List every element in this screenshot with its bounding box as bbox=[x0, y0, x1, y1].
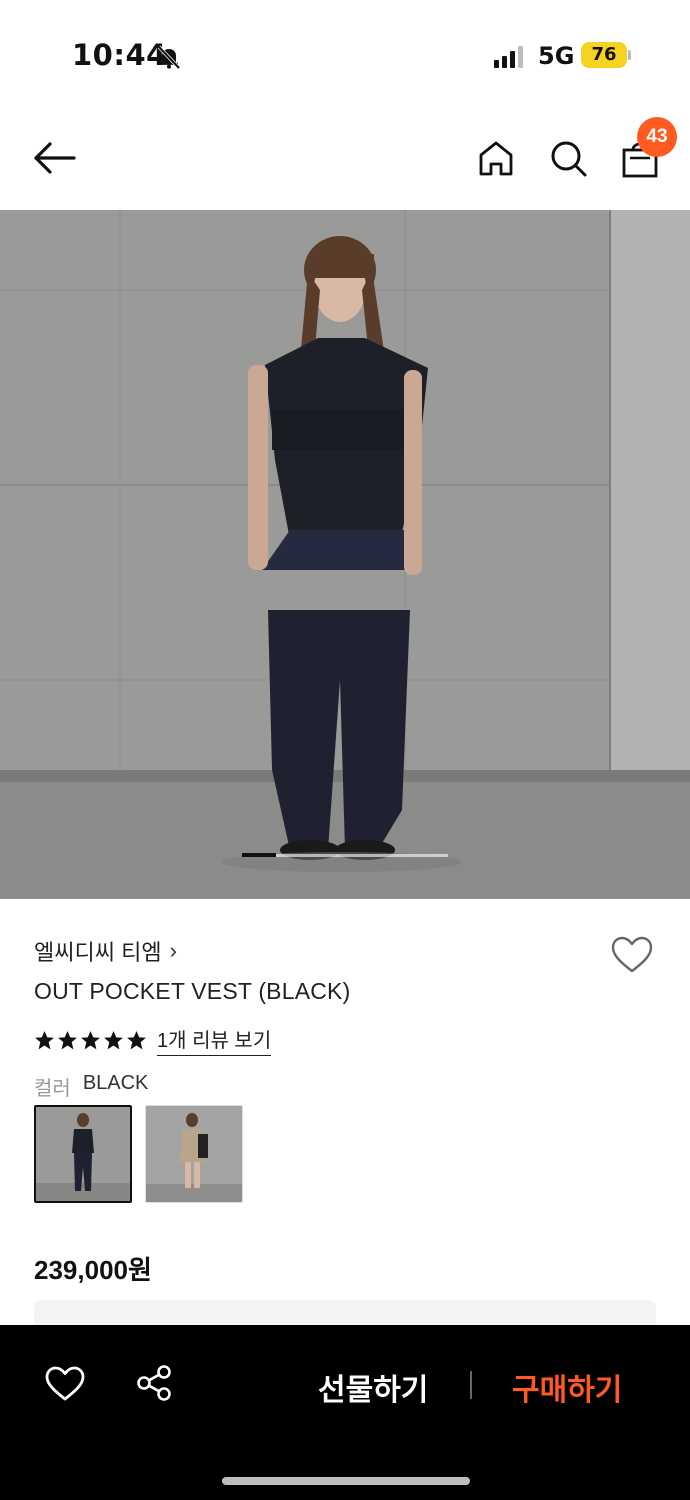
top-nav: 43 bbox=[0, 110, 690, 210]
action-divider bbox=[470, 1371, 472, 1399]
bell-muted-icon bbox=[157, 45, 181, 70]
bottom-action-bar: 선물하기 구매하기 bbox=[0, 1325, 690, 1500]
cart-count-badge: 43 bbox=[637, 117, 677, 157]
back-arrow-icon[interactable] bbox=[30, 136, 80, 180]
battery-cap bbox=[628, 50, 631, 60]
brand-link[interactable]: 엘씨디씨 티엠 › bbox=[34, 935, 177, 967]
search-icon[interactable] bbox=[546, 136, 590, 180]
product-name: OUT POCKET VEST (BLACK) bbox=[34, 978, 351, 1004]
share-icon[interactable] bbox=[134, 1363, 174, 1403]
heart-icon[interactable] bbox=[44, 1365, 86, 1403]
star-icon bbox=[81, 1030, 100, 1049]
status-bar: 10:44 5G 76 bbox=[0, 0, 690, 110]
home-icon[interactable] bbox=[474, 136, 518, 180]
home-indicator bbox=[222, 1477, 470, 1485]
product-photo bbox=[0, 210, 690, 899]
color-swatch-other[interactable] bbox=[145, 1105, 243, 1203]
carousel-progress-thumb bbox=[242, 853, 277, 857]
color-label: 컬러 bbox=[34, 1078, 71, 1100]
product-image-carousel[interactable] bbox=[0, 210, 690, 899]
product-price: 239,000원 bbox=[34, 1255, 152, 1285]
signal-icon bbox=[494, 46, 523, 68]
star-icon bbox=[58, 1030, 77, 1049]
battery-indicator: 76 bbox=[581, 42, 627, 68]
network-label: 5G bbox=[538, 42, 575, 70]
wishlist-heart-icon[interactable] bbox=[610, 935, 654, 975]
color-option-row: 컬러 BLACK bbox=[34, 1072, 148, 1101]
swatch-thumbnail bbox=[146, 1106, 242, 1202]
carousel-progress-track bbox=[242, 853, 448, 857]
rating-stars bbox=[34, 1030, 147, 1051]
chevron-right-icon: › bbox=[169, 938, 177, 963]
brand-name: 엘씨디씨 티엠 bbox=[34, 940, 162, 965]
star-icon bbox=[104, 1030, 123, 1049]
color-value: BLACK bbox=[82, 1072, 149, 1094]
color-swatch-black[interactable] bbox=[34, 1105, 132, 1203]
star-icon bbox=[35, 1030, 54, 1049]
swatch-thumbnail bbox=[36, 1107, 130, 1201]
status-time: 10:44 bbox=[72, 38, 167, 72]
buy-button[interactable]: 구매하기 bbox=[512, 1365, 622, 1409]
review-link[interactable]: 1개 리뷰 보기 bbox=[157, 1024, 272, 1056]
gift-button[interactable]: 선물하기 bbox=[318, 1365, 428, 1409]
star-icon bbox=[127, 1030, 146, 1049]
rating-row: 1개 리뷰 보기 bbox=[34, 1024, 272, 1056]
